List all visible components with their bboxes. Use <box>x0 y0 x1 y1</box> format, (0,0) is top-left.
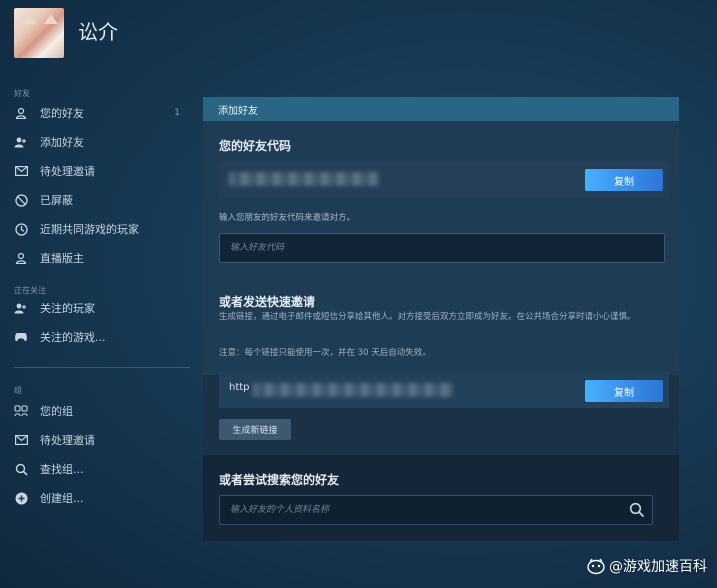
following-section-label: 正在关注 <box>14 286 46 295</box>
sidebar-item-your-friends[interactable]: 您的好友 1 <box>14 102 190 124</box>
sidebar-item-label: 您的好友 <box>40 107 84 120</box>
sidebar-item-pending-invites[interactable]: 待处理邀请 <box>14 160 190 182</box>
quick-invite-description: 生成链接，通过电子邮件或短信分享给其他人。对方接受后双方立即成为好友。在公共场合… <box>219 312 636 322</box>
add-person-icon <box>14 301 28 315</box>
sidebar-item-label: 待处理邀请 <box>40 434 95 447</box>
sidebar-item-label: 您的组 <box>40 405 73 418</box>
search-friends-title: 或者尝试搜索您的好友 <box>219 473 340 487</box>
username: 讼介 <box>78 20 118 44</box>
panel-title: 添加好友 <box>218 105 258 117</box>
sidebar-item-label: 直播版主 <box>40 252 84 265</box>
avatar[interactable] <box>14 8 64 58</box>
quick-invite-notice: 注意：每个链接只能使用一次，并在 30 天后自动失效。 <box>219 348 431 358</box>
sidebar-item-broadcast-moderators[interactable]: 直播版主 <box>14 247 190 269</box>
friend-code-hint: 输入您朋友的好友代码来邀请对方。 <box>219 213 356 223</box>
sidebar-item-followed-players[interactable]: 关注的玩家 <box>14 297 190 319</box>
watermark: @游戏加速百科 <box>587 556 707 576</box>
avatar-ear-right <box>44 14 58 24</box>
mail-icon <box>14 164 28 178</box>
friend-code-input[interactable] <box>219 233 665 263</box>
sidebar-item-blocked[interactable]: 已屏蔽 <box>14 189 190 211</box>
friend-code-value-redacted <box>229 172 379 186</box>
copy-friend-code-button[interactable]: 复制 <box>585 169 663 191</box>
sidebar-item-group-invites[interactable]: 待处理邀请 <box>14 429 190 451</box>
profile-header: 讼介 <box>0 0 717 82</box>
invite-link-box: http 复制 <box>219 372 669 408</box>
gamepad-icon <box>14 330 28 344</box>
generate-new-link-button[interactable]: 生成新链接 <box>219 419 291 440</box>
add-friend-panel: 添加好友 您的好友代码 复制 输入您朋友的好友代码来邀请对方。 或者发送快速邀请… <box>203 97 679 541</box>
friends-section-label: 好友 <box>14 89 30 98</box>
sidebar-item-label: 添加好友 <box>40 136 84 149</box>
friend-code-box: 复制 <box>219 161 669 197</box>
sidebar-item-label: 关注的游戏... <box>40 331 106 344</box>
group-icon <box>14 404 28 418</box>
person-icon <box>14 251 28 265</box>
sidebar-item-label: 近期共同游戏的玩家 <box>40 223 139 236</box>
watermark-text: @游戏加速百科 <box>609 559 707 575</box>
sidebar-item-followed-games[interactable]: 关注的游戏... <box>14 326 190 348</box>
sidebar-item-label: 查找组... <box>40 463 84 476</box>
sidebar: 好友 您的好友 1 添加好友 待处理邀请 已屏蔽 近期共同游戏的玩家 直播版主 … <box>0 82 200 588</box>
clock-icon <box>14 222 28 236</box>
copy-invite-link-button[interactable]: 复制 <box>585 380 663 402</box>
sidebar-item-label: 已屏蔽 <box>40 194 73 207</box>
sidebar-item-label: 创建组... <box>40 492 84 505</box>
friend-count: 1 <box>174 108 180 118</box>
sidebar-item-add-friend[interactable]: 添加好友 <box>14 131 190 153</box>
panel-header: 添加好友 <box>203 97 679 121</box>
plus-circle-icon <box>14 491 28 505</box>
sidebar-item-label: 待处理邀请 <box>40 165 95 178</box>
quick-invite-title: 或者发送快速邀请 <box>219 295 316 309</box>
add-person-icon <box>14 135 28 149</box>
invite-link-prefix: http <box>229 382 250 393</box>
mail-icon <box>14 433 28 447</box>
invite-link-redacted <box>253 383 453 397</box>
sidebar-divider <box>14 367 190 368</box>
search-friends-input[interactable] <box>219 495 653 525</box>
friend-code-section: 您的好友代码 复制 输入您朋友的好友代码来邀请对方。 或者发送快速邀请 生成链接… <box>203 121 679 375</box>
sidebar-item-create-group[interactable]: 创建组... <box>14 487 190 509</box>
search-icon <box>14 462 28 476</box>
person-icon <box>14 106 28 120</box>
search-friends-section: 或者尝试搜索您的好友 <box>203 455 679 541</box>
sidebar-item-label: 关注的玩家 <box>40 302 95 315</box>
sidebar-item-recent-players[interactable]: 近期共同游戏的玩家 <box>14 218 190 240</box>
friend-code-title: 您的好友代码 <box>219 139 292 153</box>
watermark-logo-icon <box>587 557 605 575</box>
blocked-icon <box>14 193 28 207</box>
search-icon[interactable] <box>629 502 645 518</box>
sidebar-item-your-groups[interactable]: 您的组 <box>14 400 190 422</box>
sidebar-item-find-groups[interactable]: 查找组... <box>14 458 190 480</box>
groups-section-label: 组 <box>14 386 22 395</box>
avatar-ear-left <box>22 14 36 24</box>
